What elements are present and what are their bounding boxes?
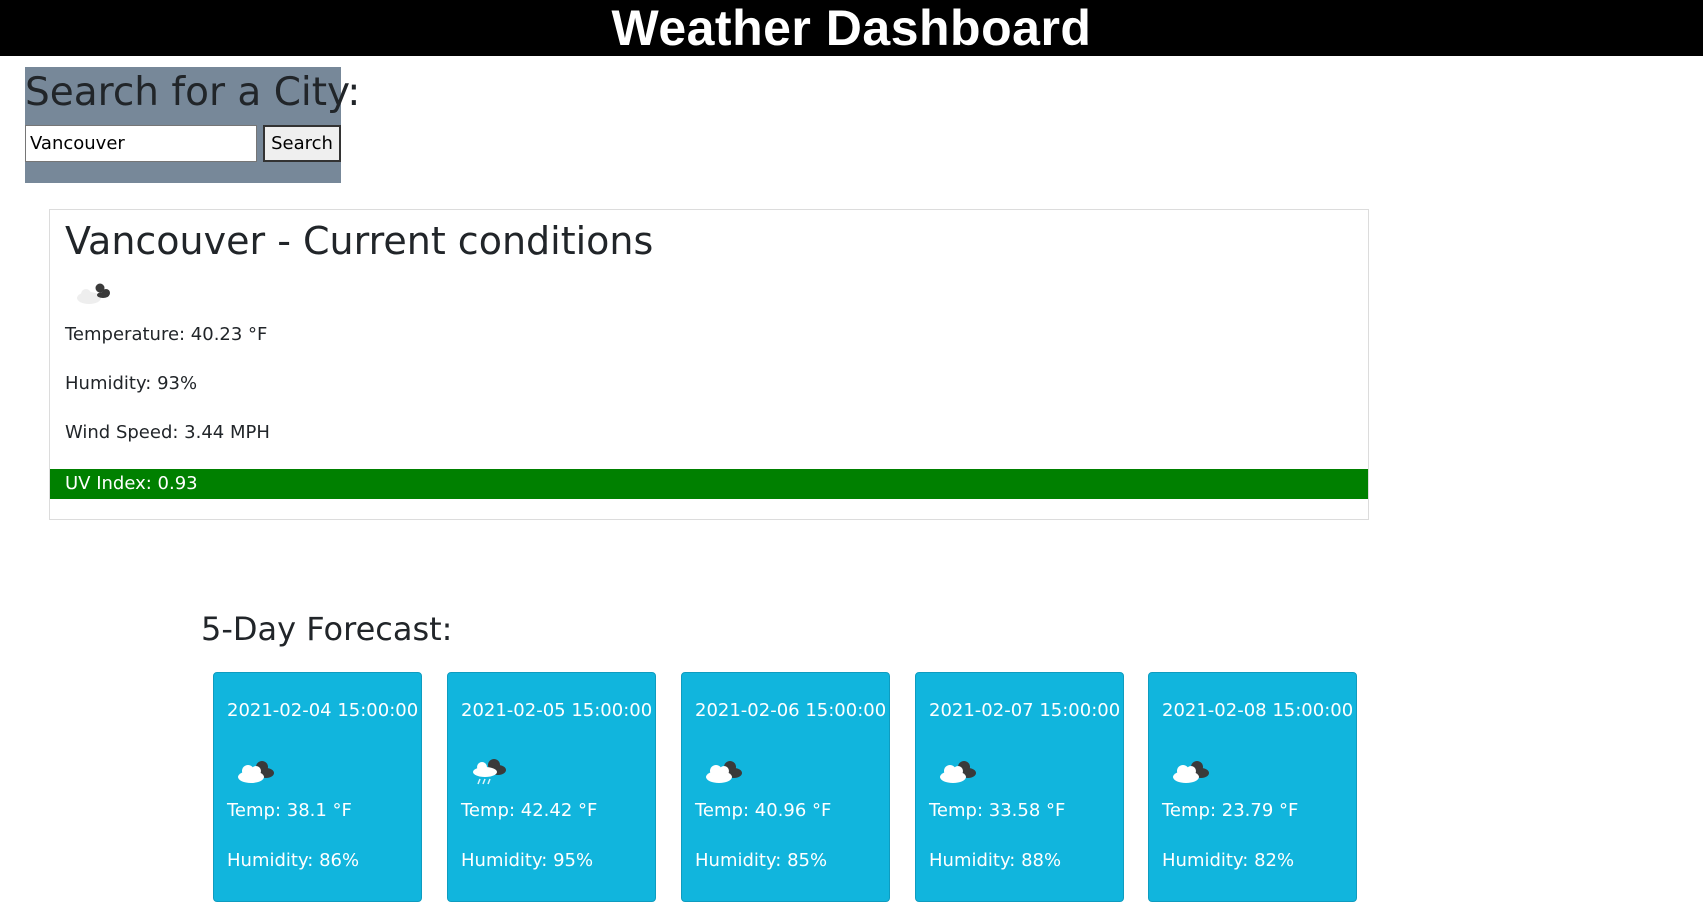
app-title: Weather Dashboard: [611, 0, 1092, 56]
forecast-card: 2021-02-08 15:00:00 Temp: 23.79 °F Humid…: [1148, 672, 1357, 902]
forecast-card: 2021-02-07 15:00:00 Temp: 33.58 °F Humid…: [915, 672, 1124, 902]
broken-clouds-icon: [1173, 761, 1209, 783]
current-humidity: Humidity: 93%: [65, 373, 198, 394]
current-wind-speed: Wind Speed: 3.44 MPH: [65, 422, 270, 443]
search-panel: Search for a City: Search: [25, 67, 360, 183]
forecast-date: 2021-02-04 15:00:00: [227, 700, 419, 721]
forecast-date: 2021-02-07 15:00:00: [929, 700, 1121, 721]
current-temperature: Temperature: 40.23 °F: [65, 324, 268, 345]
uv-index-bar: UV Index: 0.93: [50, 469, 1368, 499]
forecast-date: 2021-02-06 15:00:00: [695, 700, 887, 721]
forecast-temp: Temp: 23.79 °F: [1162, 800, 1299, 821]
forecast-date: 2021-02-08 15:00:00: [1162, 700, 1354, 721]
forecast-temp: Temp: 38.1 °F: [227, 800, 352, 821]
rain-cloud-icon: [473, 759, 506, 785]
forecast-card: 2021-02-05 15:00:00 Temp: 42.42 °F Humid…: [447, 672, 656, 902]
forecast-temp: Temp: 40.96 °F: [695, 800, 832, 821]
forecast-temp: Temp: 42.42 °F: [461, 800, 598, 821]
forecast-card: 2021-02-04 15:00:00 Temp: 38.1 °F Humidi…: [213, 672, 422, 902]
broken-clouds-icon: [706, 761, 742, 783]
forecast-humidity: Humidity: 85%: [695, 850, 828, 871]
broken-clouds-icon: [77, 283, 110, 304]
forecast-humidity: Humidity: 95%: [461, 850, 594, 871]
forecast-humidity: Humidity: 86%: [227, 850, 360, 871]
search-button[interactable]: Search: [263, 125, 341, 162]
current-conditions-card: Vancouver - Current conditions Temperatu…: [49, 209, 1369, 520]
forecast-humidity: Humidity: 82%: [1162, 850, 1295, 871]
app-header: Weather Dashboard: [0, 0, 1703, 56]
broken-clouds-icon: [940, 761, 976, 783]
forecast-card: 2021-02-06 15:00:00 Temp: 40.96 °F Humid…: [681, 672, 890, 902]
forecast-date: 2021-02-05 15:00:00: [461, 700, 653, 721]
forecast-temp: Temp: 33.58 °F: [929, 800, 1066, 821]
broken-clouds-icon: [238, 761, 274, 783]
uv-index-label: UV Index: 0.93: [65, 473, 198, 494]
forecast-heading: 5-Day Forecast:: [201, 610, 453, 648]
current-conditions-title: Vancouver - Current conditions: [65, 219, 654, 263]
city-search-input[interactable]: [25, 125, 257, 162]
search-heading: Search for a City:: [25, 70, 361, 115]
forecast-humidity: Humidity: 88%: [929, 850, 1062, 871]
